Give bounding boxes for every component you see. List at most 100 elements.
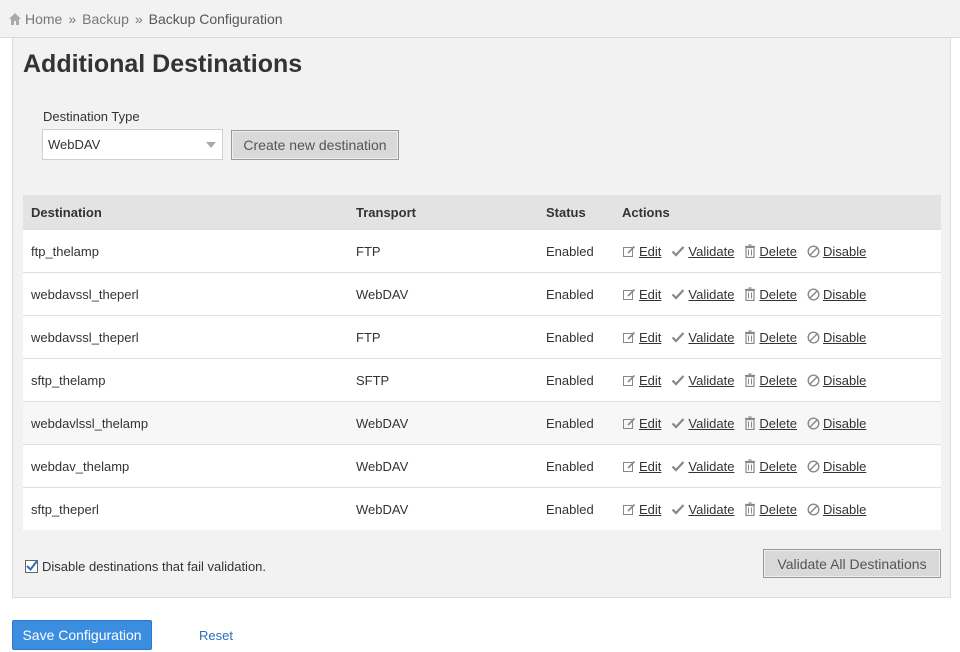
delete-action[interactable]: Delete — [744, 416, 797, 431]
validate-link[interactable]: Validate — [688, 287, 734, 302]
edit-link[interactable]: Edit — [639, 330, 661, 345]
cell-transport: WebDAV — [348, 487, 538, 530]
cell-destination: ftp_thelamp — [23, 229, 348, 273]
delete-link[interactable]: Delete — [759, 502, 797, 517]
edit-icon — [622, 287, 639, 301]
check-icon — [671, 416, 688, 430]
chevron-down-icon — [206, 142, 216, 148]
cell-status: Enabled — [538, 315, 614, 359]
disable-action[interactable]: Disable — [807, 373, 866, 388]
disable-action[interactable]: Disable — [807, 459, 866, 474]
check-icon — [671, 502, 688, 516]
trash-icon — [744, 416, 759, 430]
validate-action[interactable]: Validate — [671, 244, 734, 259]
cell-actions: Edit Validate Delete Disable — [614, 315, 941, 359]
validate-link[interactable]: Validate — [688, 330, 734, 345]
edit-link[interactable]: Edit — [639, 502, 661, 517]
disable-link[interactable]: Disable — [823, 330, 866, 345]
edit-action[interactable]: Edit — [622, 287, 661, 302]
edit-link[interactable]: Edit — [639, 244, 661, 259]
cell-destination: webdavssl_theperl — [23, 315, 348, 359]
cell-status: Enabled — [538, 358, 614, 402]
reset-link[interactable]: Reset — [199, 628, 233, 643]
header-status: Status — [538, 195, 614, 230]
edit-action[interactable]: Edit — [622, 502, 661, 517]
edit-link[interactable]: Edit — [639, 373, 661, 388]
validate-link[interactable]: Validate — [688, 416, 734, 431]
delete-action[interactable]: Delete — [744, 502, 797, 517]
edit-icon — [622, 416, 639, 430]
disable-link[interactable]: Disable — [823, 502, 866, 517]
cell-destination: webdav_thelamp — [23, 444, 348, 488]
disable-link[interactable]: Disable — [823, 244, 866, 259]
delete-action[interactable]: Delete — [744, 287, 797, 302]
disable-failing-label: Disable destinations that fail validatio… — [42, 559, 267, 574]
check-icon — [671, 287, 688, 301]
delete-link[interactable]: Delete — [759, 373, 797, 388]
disable-link[interactable]: Disable — [823, 459, 866, 474]
edit-action[interactable]: Edit — [622, 330, 661, 345]
validate-link[interactable]: Validate — [688, 373, 734, 388]
edit-link[interactable]: Edit — [639, 416, 661, 431]
table-row: sftp_thelamp SFTP Enabled Edit Validate Delet… — [23, 358, 941, 402]
trash-icon — [744, 502, 759, 516]
section-title: Additional Destinations — [23, 50, 303, 78]
breadcrumb-backup-link[interactable]: Backup — [82, 11, 129, 27]
validate-action[interactable]: Validate — [671, 502, 734, 517]
disable-icon — [807, 287, 823, 301]
edit-action[interactable]: Edit — [622, 244, 661, 259]
destination-type-select[interactable]: WebDAV — [42, 129, 223, 160]
validate-link[interactable]: Validate — [688, 502, 734, 517]
validate-link[interactable]: Validate — [688, 459, 734, 474]
edit-link[interactable]: Edit — [639, 287, 661, 302]
validate-action[interactable]: Validate — [671, 330, 734, 345]
disable-action[interactable]: Disable — [807, 287, 866, 302]
delete-action[interactable]: Delete — [744, 330, 797, 345]
check-icon — [671, 330, 688, 344]
create-destination-button[interactable]: Create new destination — [231, 130, 399, 160]
table-row: ftp_thelamp FTP Enabled Edit Validate Delete D… — [23, 229, 941, 273]
validate-action[interactable]: Validate — [671, 373, 734, 388]
delete-link[interactable]: Delete — [759, 459, 797, 474]
validate-action[interactable]: Validate — [671, 287, 734, 302]
disable-failing-checkbox[interactable] — [25, 560, 38, 573]
delete-link[interactable]: Delete — [759, 330, 797, 345]
edit-action[interactable]: Edit — [622, 416, 661, 431]
trash-icon — [744, 459, 759, 473]
edit-action[interactable]: Edit — [622, 373, 661, 388]
cell-transport: FTP — [348, 229, 538, 273]
breadcrumb-home-link[interactable]: Home — [25, 11, 62, 27]
disable-link[interactable]: Disable — [823, 373, 866, 388]
check-icon — [671, 459, 688, 473]
disable-action[interactable]: Disable — [807, 244, 866, 259]
validate-all-button[interactable]: Validate All Destinations — [763, 549, 941, 578]
disable-link[interactable]: Disable — [823, 416, 866, 431]
edit-link[interactable]: Edit — [639, 459, 661, 474]
destination-type-label: Destination Type — [43, 109, 140, 124]
cell-actions: Edit Validate Delete Disable — [614, 358, 941, 402]
cell-transport: FTP — [348, 315, 538, 359]
disable-icon — [807, 330, 823, 344]
cell-destination: webdavlssl_thelamp — [23, 401, 348, 445]
disable-icon — [807, 373, 823, 387]
delete-link[interactable]: Delete — [759, 287, 797, 302]
disable-link[interactable]: Disable — [823, 287, 866, 302]
validate-action[interactable]: Validate — [671, 459, 734, 474]
delete-action[interactable]: Delete — [744, 373, 797, 388]
delete-action[interactable]: Delete — [744, 244, 797, 259]
validate-action[interactable]: Validate — [671, 416, 734, 431]
disable-action[interactable]: Disable — [807, 502, 866, 517]
save-configuration-button[interactable]: Save Configuration — [12, 620, 152, 650]
disable-icon — [807, 244, 823, 258]
delete-action[interactable]: Delete — [744, 459, 797, 474]
header-destination: Destination — [23, 195, 348, 230]
edit-action[interactable]: Edit — [622, 459, 661, 474]
table-row: webdavlssl_thelamp WebDAV Enabled Edit Valid… — [23, 401, 941, 445]
disable-action[interactable]: Disable — [807, 330, 866, 345]
home-icon[interactable] — [8, 12, 22, 26]
validate-link[interactable]: Validate — [688, 244, 734, 259]
cell-transport: SFTP — [348, 358, 538, 402]
delete-link[interactable]: Delete — [759, 416, 797, 431]
disable-action[interactable]: Disable — [807, 416, 866, 431]
delete-link[interactable]: Delete — [759, 244, 797, 259]
